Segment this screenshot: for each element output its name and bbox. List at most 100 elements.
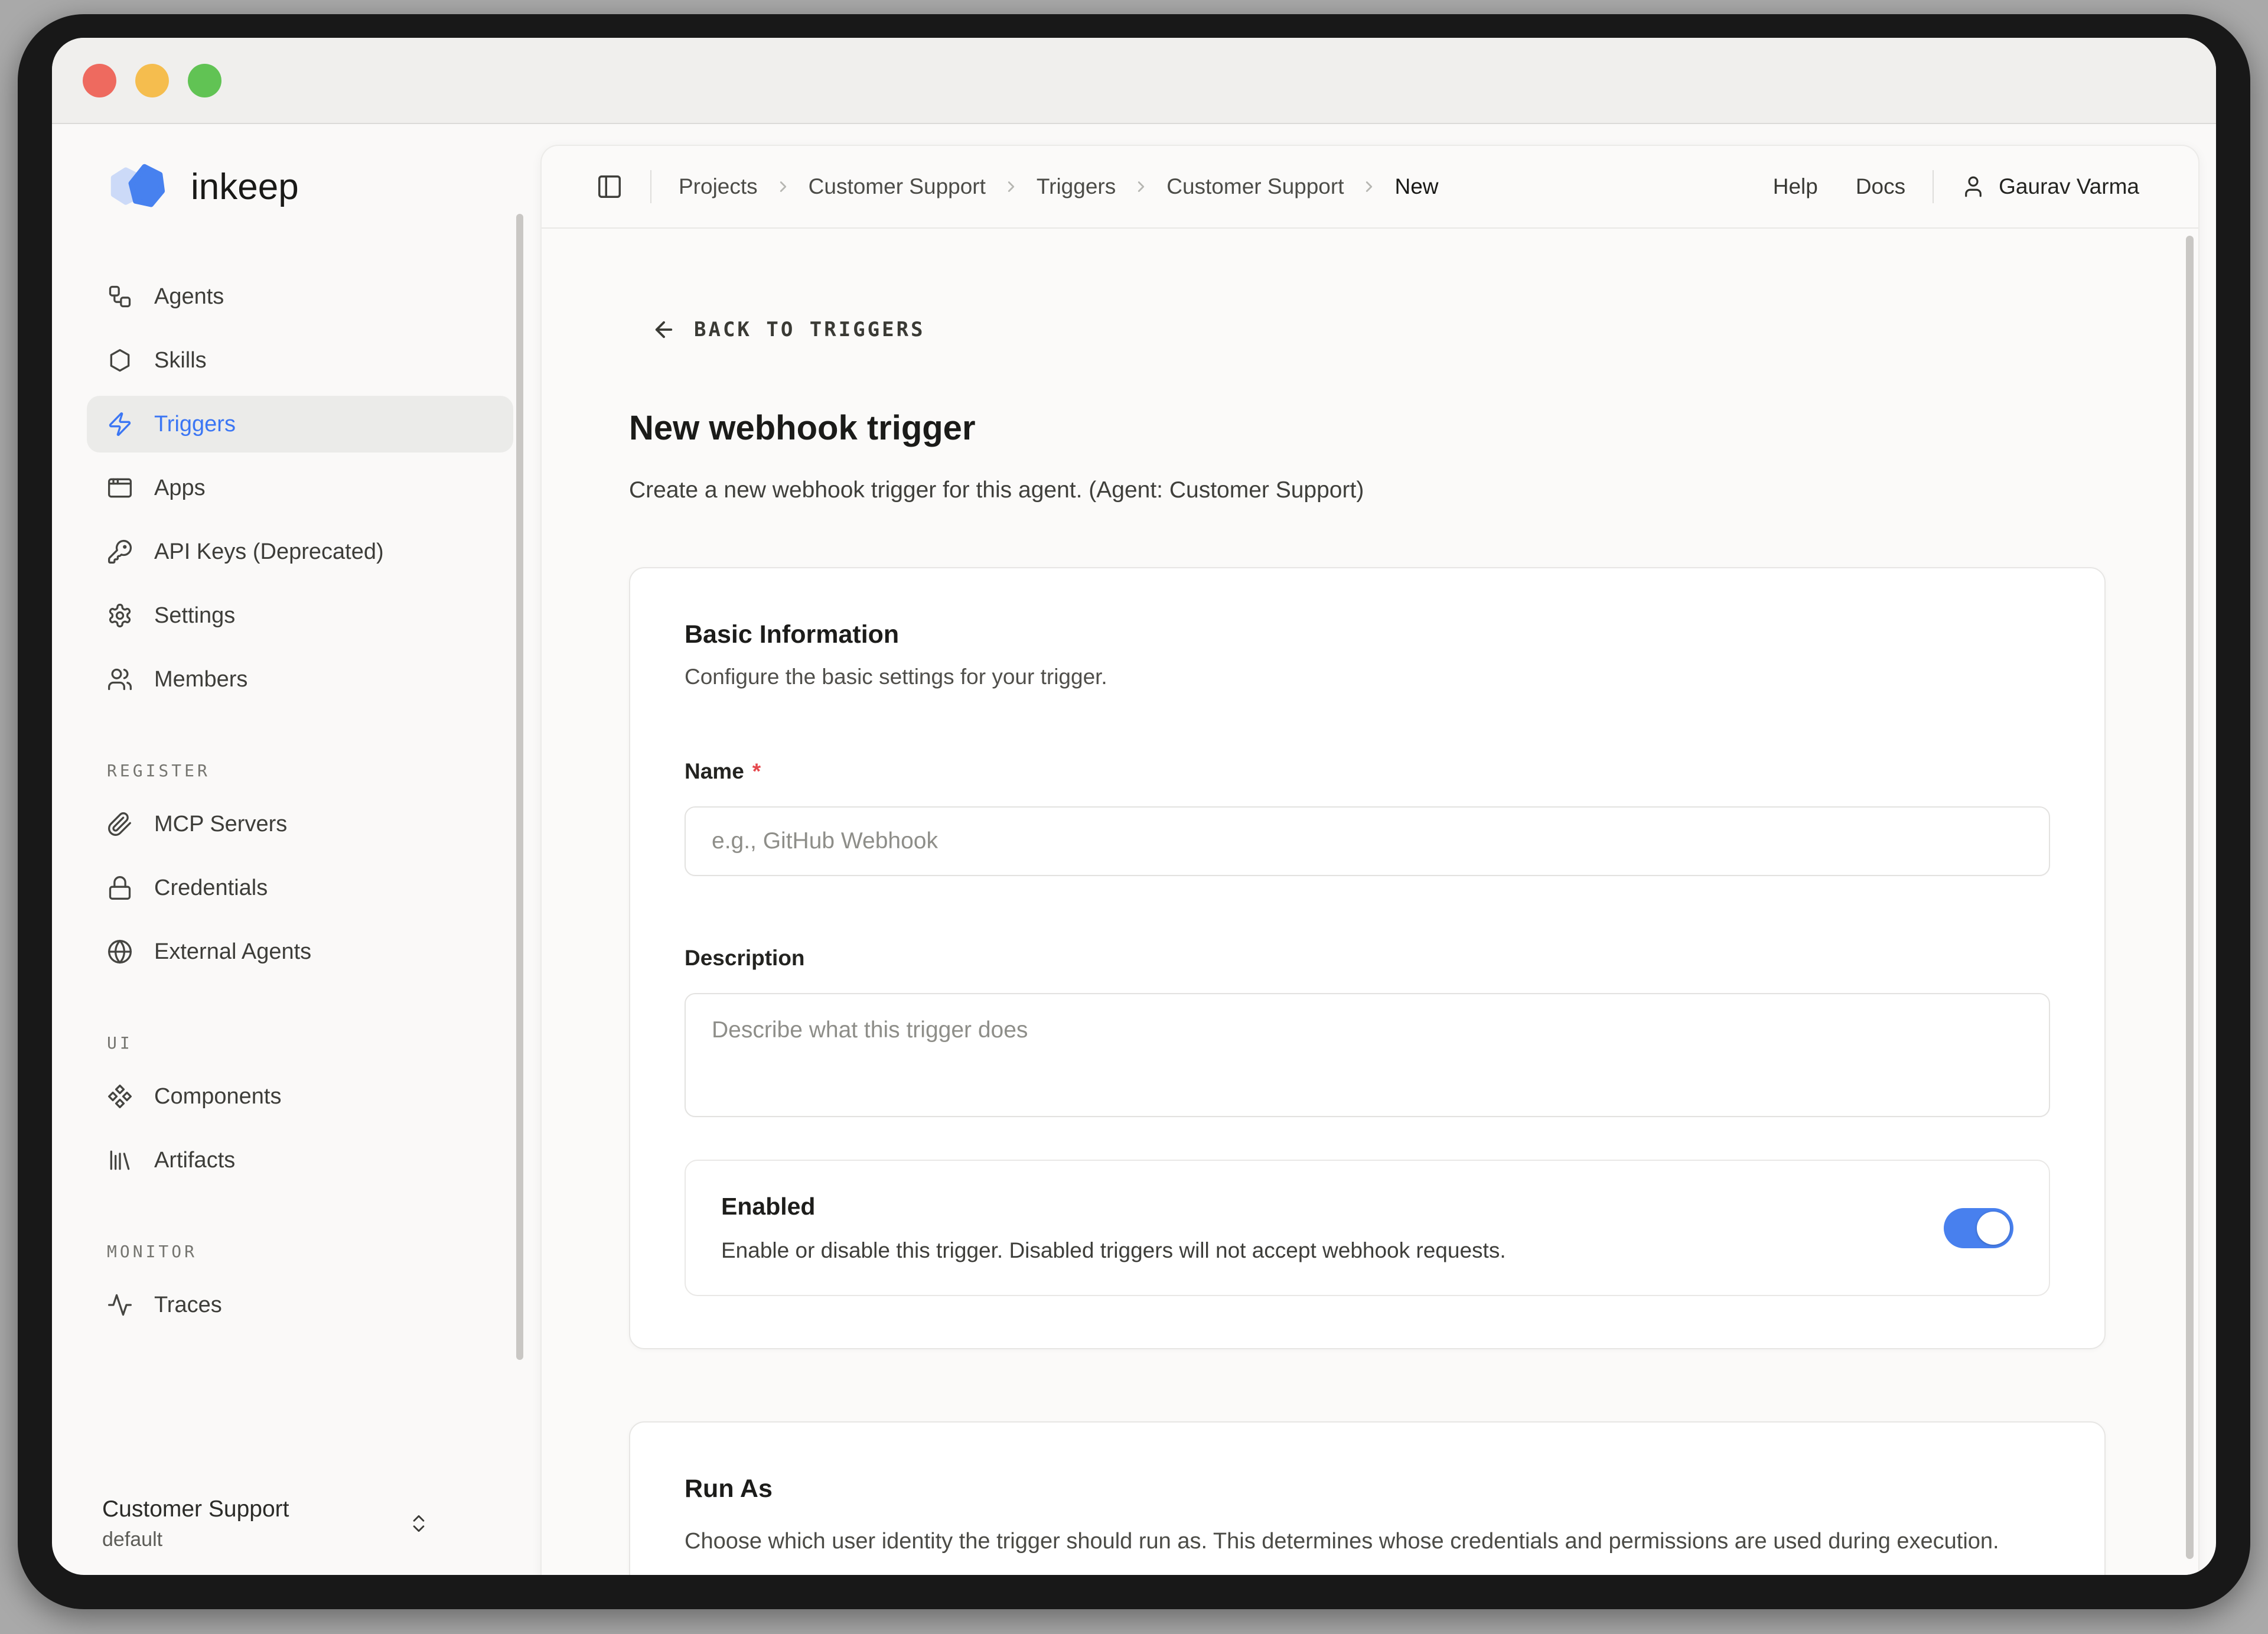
sidebar-scrollbar[interactable] [516,214,523,1360]
name-input[interactable] [685,806,2050,876]
basic-information-card: Basic Information Configure the basic se… [629,567,2106,1349]
description-textarea[interactable] [685,993,2050,1117]
project-switcher-text: Customer Support default [102,1495,289,1551]
user-name: Gaurav Varma [1999,174,2139,199]
sidebar-item-label: Settings [154,603,235,629]
inkeep-logo: inkeep [102,164,540,209]
sidebar-toggle-icon[interactable] [596,173,623,200]
zoom-button[interactable] [188,64,221,97]
breadcrumb-separator-icon [774,178,792,196]
sidebar-item-traces[interactable]: Traces [87,1277,513,1333]
sidebar-item-artifacts[interactable]: Artifacts [87,1132,513,1189]
sidebar: inkeep Agents Skills Triggers Apps [52,125,540,1575]
panel-header: Projects Customer Support Triggers Custo… [542,146,2198,229]
library-icon [107,1147,133,1173]
project-environment: default [102,1528,289,1551]
sidebar-item-members[interactable]: Members [87,651,513,708]
back-to-triggers-link[interactable]: BACK TO TRIGGERS [651,317,926,342]
sidebar-item-mcp-servers[interactable]: MCP Servers [87,796,513,852]
sidebar-item-label: Triggers [154,412,236,437]
paperclip-icon [107,811,133,837]
user-menu[interactable]: Gaurav Varma [1961,174,2139,199]
sidebar-item-label: Skills [154,348,207,373]
device-frame: inkeep Agents Skills Triggers Apps [18,14,2250,1609]
breadcrumb-item-new: New [1394,174,1438,199]
sidebar-item-label: Apps [154,476,206,501]
globe-icon [107,939,133,965]
sidebar-item-label: Members [154,667,247,692]
page-content: BACK TO TRIGGERS New webhook trigger Cre… [542,230,2198,1575]
breadcrumb-separator-icon [1132,178,1150,196]
breadcrumb-item-project-name[interactable]: Customer Support [809,174,986,199]
run-as-description: Choose which user identity the trigger s… [685,1521,2050,1561]
name-field-label: Name * [685,759,2050,784]
user-icon [1961,174,1986,199]
sidebar-item-api-keys[interactable]: API Keys (Deprecated) [87,523,513,580]
breadcrumb-separator-icon [1002,178,1020,196]
card-subtitle: Configure the basic settings for your tr… [685,665,2050,689]
description-field-label: Description [685,946,2050,971]
arrow-left-icon [651,317,676,342]
help-link[interactable]: Help [1773,174,1818,199]
enabled-setting: Enabled Enable or disable this trigger. … [685,1160,2050,1296]
hexagon-icon [107,347,133,373]
project-switcher[interactable]: Customer Support default [102,1495,430,1551]
sidebar-item-external-agents[interactable]: External Agents [87,923,513,980]
lock-icon [107,875,133,901]
sidebar-item-label: Agents [154,284,224,310]
sidebar-item-apps[interactable]: Apps [87,460,513,516]
sidebar-item-credentials[interactable]: Credentials [87,860,513,916]
sidebar-nav-monitor: Traces [87,1277,513,1333]
page-title: New webhook trigger [629,408,2198,448]
content-scrollbar[interactable] [2186,236,2194,1559]
required-asterisk: * [752,759,761,784]
page-subtitle: Create a new webhook trigger for this ag… [629,477,2198,503]
description-label-text: Description [685,946,805,971]
close-button[interactable] [83,64,116,97]
sidebar-item-label: Components [154,1084,281,1109]
workflow-icon [107,284,133,310]
header-divider [1933,170,1934,203]
enabled-toggle[interactable] [1944,1208,2013,1248]
chevrons-up-down-icon [408,1512,430,1535]
sidebar-item-label: Artifacts [154,1148,235,1173]
breadcrumb-separator-icon [1360,178,1378,196]
run-as-card: Run As Choose which user identity the tr… [629,1421,2106,1575]
sidebar-item-label: External Agents [154,939,311,965]
sidebar-item-skills[interactable]: Skills [87,332,513,389]
card-title: Basic Information [685,620,2050,649]
toggle-knob [1977,1212,2010,1245]
sidebar-nav-main: Agents Skills Triggers Apps API Keys (De… [87,268,513,708]
sidebar-item-components[interactable]: Components [87,1068,513,1125]
window-titlebar [52,38,2216,124]
sidebar-item-label: API Keys (Deprecated) [154,539,384,565]
breadcrumb-item-triggers[interactable]: Triggers [1037,174,1116,199]
gear-icon [107,603,133,629]
sidebar-item-label: MCP Servers [154,812,287,837]
breadcrumb-item-agent-name[interactable]: Customer Support [1166,174,1344,199]
minimize-button[interactable] [135,64,169,97]
sidebar-item-label: Traces [154,1293,222,1318]
docs-link[interactable]: Docs [1856,174,1905,199]
inkeep-logo-icon [102,162,180,211]
app-window: inkeep Agents Skills Triggers Apps [52,38,2216,1575]
key-icon [107,539,133,565]
sidebar-item-settings[interactable]: Settings [87,587,513,644]
header-divider [650,170,651,203]
zap-icon [107,411,133,437]
sidebar-nav-ui: Components Artifacts [87,1068,513,1189]
app-window-icon [107,475,133,501]
breadcrumb: Projects Customer Support Triggers Custo… [679,174,1439,199]
sidebar-nav-register: MCP Servers Credentials External Agents [87,796,513,980]
users-icon [107,666,133,692]
sidebar-item-triggers[interactable]: Triggers [87,396,513,453]
breadcrumb-item-projects[interactable]: Projects [679,174,758,199]
sidebar-section-ui: UI [107,1033,540,1053]
enabled-description: Enable or disable this trigger. Disabled… [721,1238,1506,1263]
project-name: Customer Support [102,1495,289,1524]
card-title: Run As [685,1474,2050,1503]
component-icon [107,1083,133,1109]
sidebar-item-agents[interactable]: Agents [87,268,513,325]
sidebar-section-monitor: MONITOR [107,1242,540,1261]
enabled-title: Enabled [721,1193,1506,1220]
